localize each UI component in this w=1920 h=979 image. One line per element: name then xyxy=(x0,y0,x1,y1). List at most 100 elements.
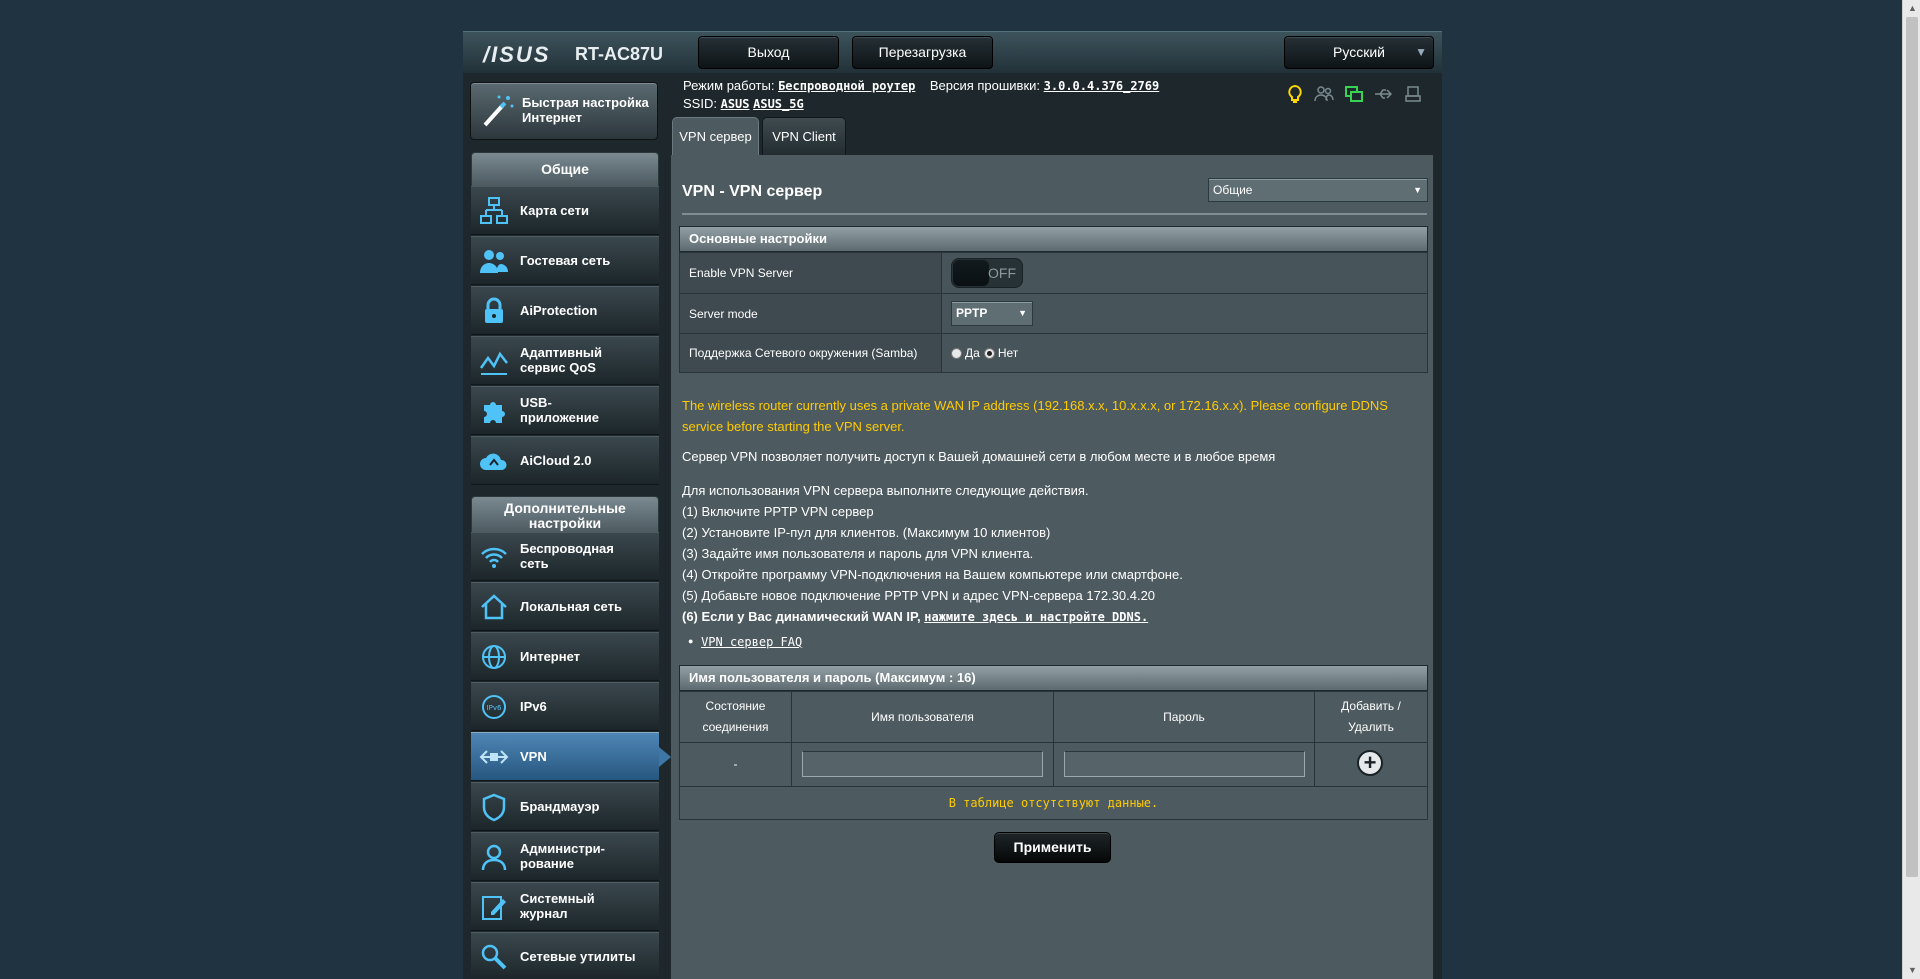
svg-text:IPv6: IPv6 xyxy=(487,704,502,712)
sidebar-item-internet[interactable]: Интернет xyxy=(471,632,659,681)
printer-icon[interactable] xyxy=(1403,84,1423,104)
cloud-icon xyxy=(480,453,507,470)
admin-user-icon xyxy=(481,844,507,871)
no-data-message: В таблице отсутствуют данные. xyxy=(679,786,1428,820)
sidebar-item-label: AiProtection xyxy=(520,303,598,318)
firmware-label: Версия прошивки: xyxy=(929,78,1041,93)
sidebar-item-label: приложение xyxy=(520,410,599,425)
ssid-info: SSID: ASUS ASUS_5G xyxy=(683,96,804,111)
qis-label-line2: Интернет xyxy=(522,110,583,125)
usb-icon[interactable] xyxy=(1373,84,1393,104)
wifi-icon xyxy=(481,547,507,568)
logout-button[interactable]: Выход xyxy=(698,36,839,69)
enable-vpn-row: Enable VPN Server OFF xyxy=(679,252,1428,294)
sidebar-item-label: Локальная сеть xyxy=(520,599,622,614)
qos-chart-icon xyxy=(479,351,508,375)
notification-bulb-icon[interactable] xyxy=(1285,84,1305,104)
username-input[interactable] xyxy=(802,751,1043,777)
sidebar-item-label: сервис QoS xyxy=(520,360,596,375)
tab-vpn-server[interactable]: VPN сервер xyxy=(672,117,759,157)
add-user-button[interactable]: + xyxy=(1357,750,1383,776)
model-name: RT-AC87U xyxy=(575,44,664,64)
advanced-header-line1: Дополнительные xyxy=(504,500,626,516)
title-divider xyxy=(682,213,1427,215)
language-select[interactable]: Русский ▼ xyxy=(1284,36,1434,69)
reboot-button[interactable]: Перезагрузка xyxy=(852,36,993,69)
puzzle-icon xyxy=(484,402,505,423)
magic-wand-icon xyxy=(483,95,514,127)
sidebar-item-label: IPv6 xyxy=(520,699,547,714)
chevron-down-icon: ▼ xyxy=(1415,45,1427,59)
ssid-link-24g[interactable]: ASUS xyxy=(721,97,750,111)
ssid-link-5g[interactable]: ASUS_5G xyxy=(753,97,804,111)
internet-status-icon[interactable] xyxy=(1344,84,1364,104)
vpn-intro-text: Сервер VPN позволяет получить доступ к В… xyxy=(682,449,1276,464)
warning-line1: The wireless router currently uses a pri… xyxy=(682,398,1388,413)
sidebar-item-label: Карта сети xyxy=(520,203,589,218)
new-row-status: - xyxy=(679,742,792,787)
server-mode-select[interactable]: PPTP ▼ xyxy=(951,301,1033,326)
sidebar-item-label: Брандмауэр xyxy=(520,799,600,814)
samba-no-radio[interactable] xyxy=(983,347,995,359)
page-scrollbar[interactable]: ▲ ▼ xyxy=(1902,0,1920,979)
ddns-setup-link[interactable]: нажмите здесь и настройте DDNS. xyxy=(924,610,1148,624)
ssid-label: SSID: xyxy=(683,96,717,111)
sidebar-item-label: Администри- xyxy=(520,841,605,856)
sidebar-item-label: AiCloud 2.0 xyxy=(520,453,592,468)
step-3: (3) Задайте имя пользователя и пароль дл… xyxy=(682,546,1034,561)
guest-users-icon xyxy=(480,250,508,273)
col-status-line1: Состояние xyxy=(705,699,766,713)
sidebar-item-label: USB- xyxy=(520,395,552,410)
sidebar-item-vpn[interactable]: VPN xyxy=(471,732,671,781)
language-value: Русский xyxy=(1333,44,1385,60)
scroll-down-icon[interactable]: ▼ xyxy=(1908,965,1917,975)
scroll-thumb[interactable] xyxy=(1906,17,1918,877)
sidebar-item-system-log[interactable]: Системный журнал xyxy=(471,882,659,931)
globe-icon xyxy=(482,645,506,669)
advanced-header-line2: настройки xyxy=(528,515,602,531)
network-map-icon xyxy=(480,197,508,224)
password-input[interactable] xyxy=(1064,751,1305,777)
sidebar-item-firewall[interactable]: Брандмауэр xyxy=(471,782,659,831)
vpn-faq-link[interactable]: VPN сервер FAQ xyxy=(701,635,802,649)
sidebar-item-label: Интернет xyxy=(520,649,581,664)
firmware-link[interactable]: 3.0.0.4.376_2769 xyxy=(1044,79,1160,93)
sidebar-item-usb-application[interactable]: USB- приложение xyxy=(471,386,659,435)
sidebar-item-aiprotection[interactable]: AiProtection xyxy=(471,286,659,335)
enable-vpn-toggle[interactable]: OFF xyxy=(951,258,1023,288)
toggle-knob xyxy=(953,260,989,286)
chevron-down-icon: ▼ xyxy=(1018,308,1027,318)
operation-mode-link[interactable]: Беспроводной роутер xyxy=(778,79,915,93)
samba-no-label: Нет xyxy=(997,346,1019,360)
sidebar-item-guest-network[interactable]: Гостевая сеть xyxy=(471,236,659,285)
step-6: (6) Если у Вас динамический WAN IP, нажм… xyxy=(682,606,1183,628)
clients-icon[interactable] xyxy=(1314,84,1334,104)
sidebar-item-lan[interactable]: Локальная сеть xyxy=(471,582,659,631)
faq-item: ● VPN сервер FAQ xyxy=(682,631,1183,653)
col-action-line1: Добавить / xyxy=(1341,699,1401,713)
step-2: (2) Установите IP-пул для клиентов. (Мак… xyxy=(682,525,1051,540)
tab-vpn-client[interactable]: VPN Client xyxy=(762,117,846,157)
sidebar-item-wireless[interactable]: Беспроводная сеть xyxy=(471,532,659,581)
sidebar-item-ipv6[interactable]: IPv6 IPv6 xyxy=(471,682,659,731)
top-banner: /ISUS RT-AC87U Выход Перезагрузка Русски… xyxy=(463,31,1442,73)
view-mode-select[interactable]: Общие ▼ xyxy=(1208,178,1428,202)
vpn-icon xyxy=(479,750,509,764)
shield-icon xyxy=(482,793,506,822)
sidebar-item-label: Системный xyxy=(520,891,595,906)
sidebar-item-adaptive-qos[interactable]: Адаптивный сервис QoS xyxy=(471,336,659,385)
sidebar-item-label: журнал xyxy=(520,906,568,921)
sidebar-item-administration[interactable]: Администри- рование xyxy=(471,832,659,881)
sidebar-item-aicloud[interactable]: AiCloud 2.0 xyxy=(471,436,659,485)
lock-icon xyxy=(485,297,503,323)
step-1: (1) Включите PPTP VPN сервер xyxy=(682,504,874,519)
samba-yes-radio[interactable] xyxy=(951,347,962,359)
server-mode-row: Server mode PPTP ▼ xyxy=(679,293,1428,334)
sidebar-item-network-tools[interactable]: Сетевые утилиты xyxy=(471,932,659,979)
advanced-section-header: Дополнительные настройки xyxy=(471,496,659,534)
sidebar-item-network-map[interactable]: Карта сети xyxy=(471,186,659,235)
scroll-up-icon[interactable]: ▲ xyxy=(1908,3,1917,13)
apply-button[interactable]: Применить xyxy=(994,832,1111,863)
ddns-warning: The wireless router currently uses a pri… xyxy=(682,395,1427,437)
quick-internet-setup-button[interactable]: Быстрая настройка Интернет xyxy=(470,82,658,140)
